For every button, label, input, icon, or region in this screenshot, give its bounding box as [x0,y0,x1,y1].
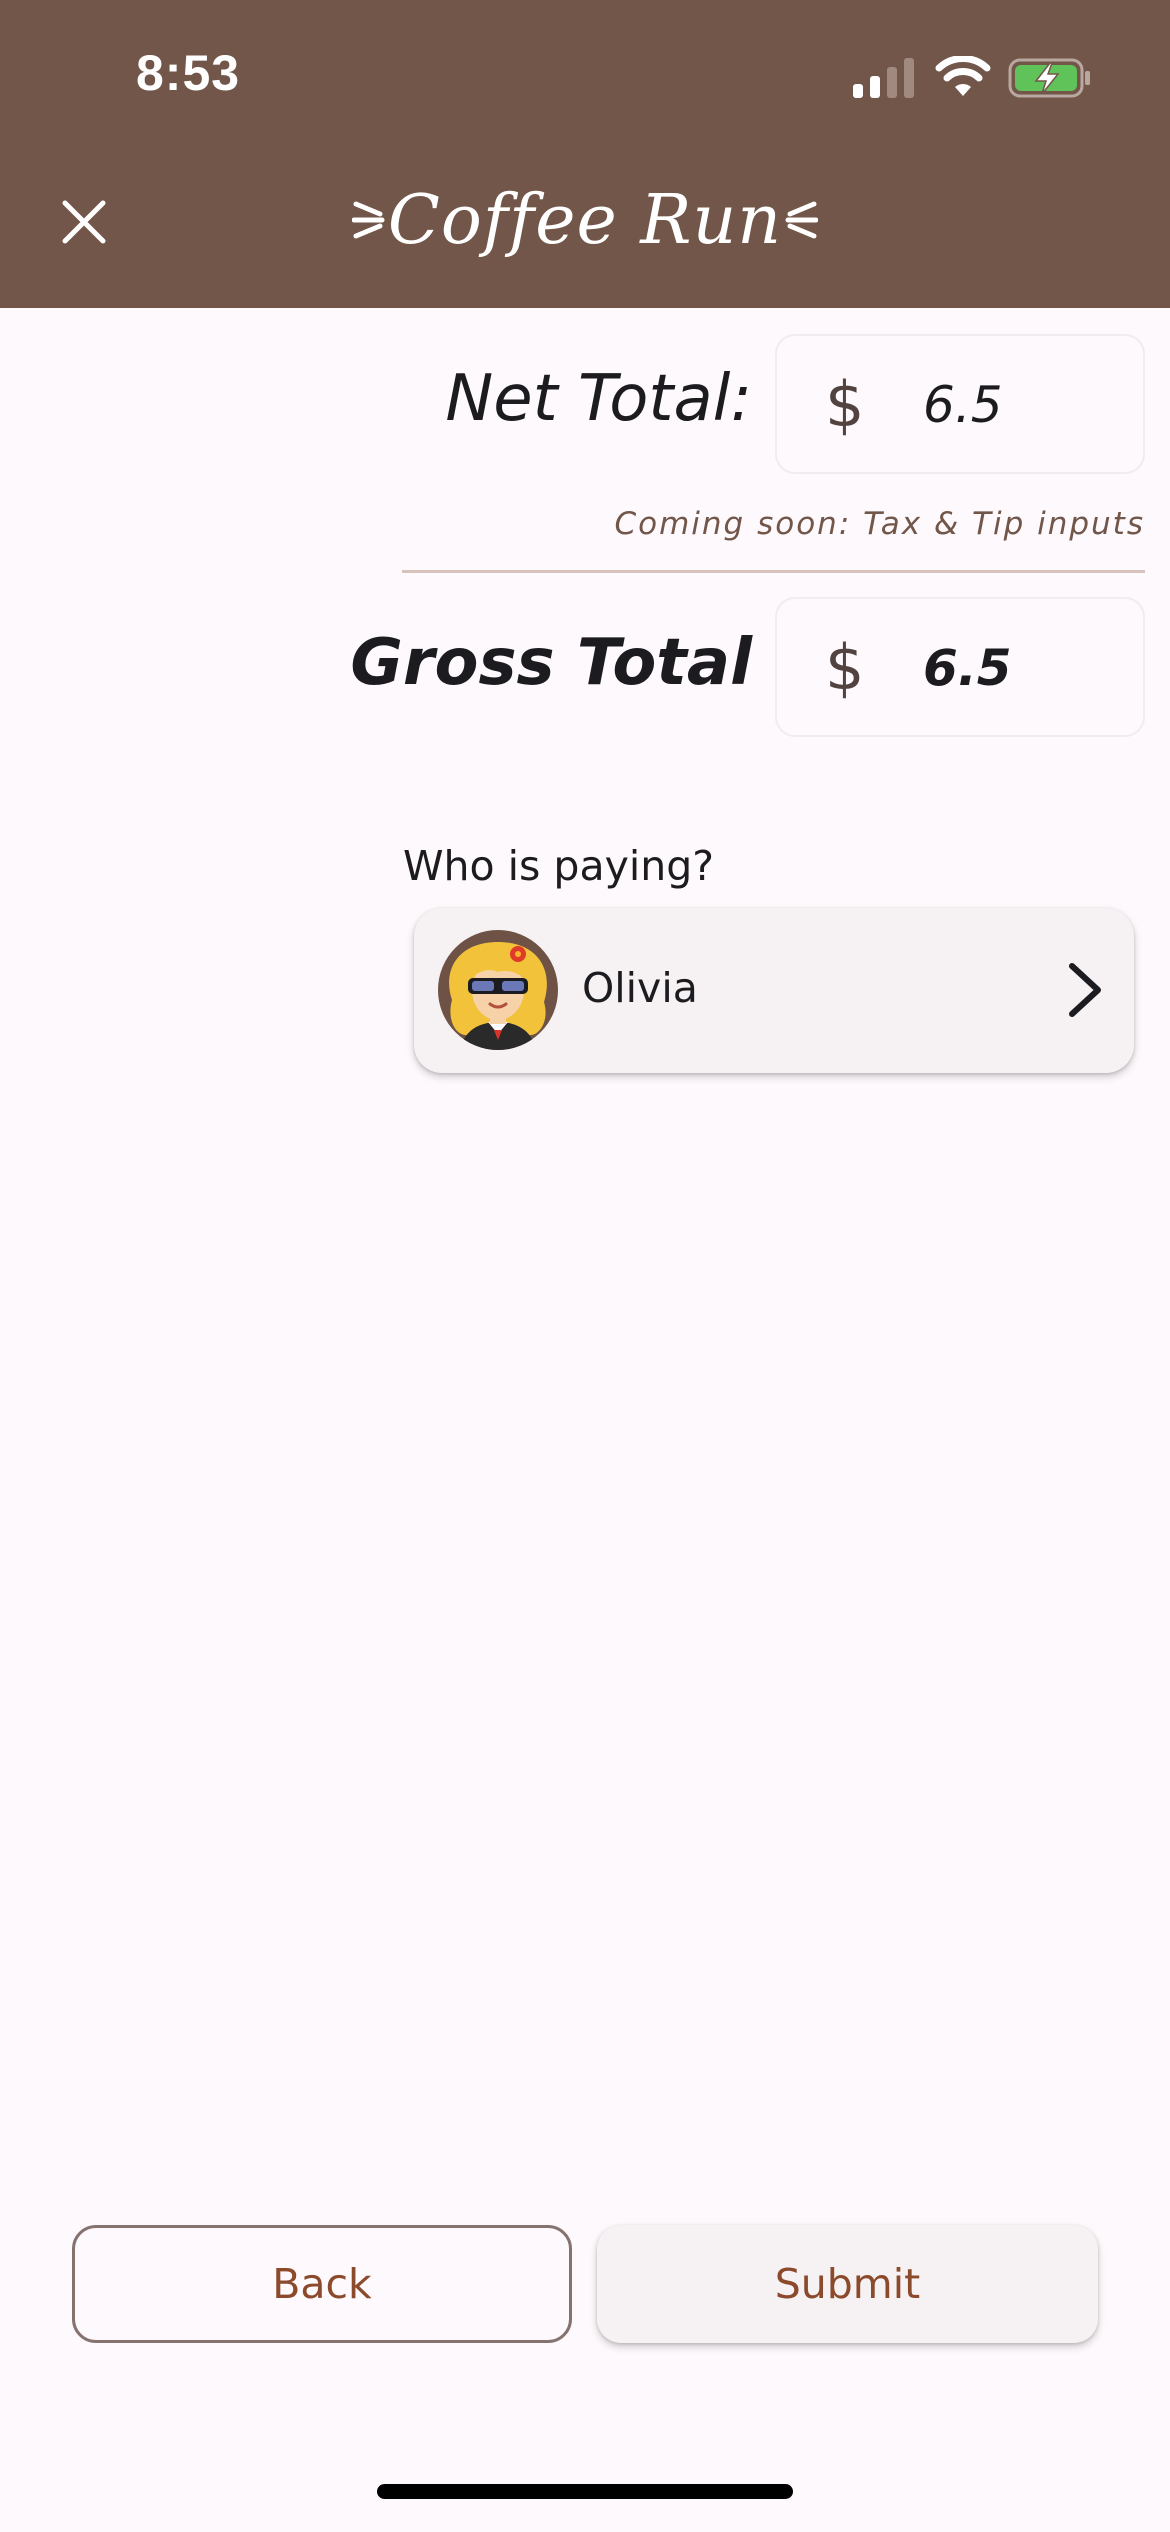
dollar-icon: $ [825,631,865,704]
app-title: Coffee Run [351,170,819,270]
wifi-icon [935,56,991,96]
payer-name: Olivia [582,964,698,1012]
app-title-text: Coffee Run [387,180,783,260]
burst-left-icon [351,201,385,239]
app-bar: 8:53 Coffee Run [0,0,1170,308]
submit-button[interactable]: Submit [597,2225,1098,2343]
close-button[interactable] [44,182,124,262]
avatar-icon [438,930,558,1050]
gross-total-value: 6.5 [923,639,1012,697]
status-time: 8:53 [136,45,241,101]
battery-charging-icon [1008,58,1090,98]
chevron-right-icon [1069,963,1101,1017]
coming-soon-note: Coming soon: Tax & Tip inputs [614,506,1145,542]
back-button[interactable]: Back [72,2225,572,2343]
cellular-signal-icon [853,58,914,98]
gross-total-field: $ 6.5 [775,597,1145,737]
divider [402,570,1145,573]
net-total-value: 6.5 [923,376,1003,434]
payer-selector[interactable]: Olivia [414,908,1134,1073]
home-indicator[interactable] [377,2484,793,2499]
gross-total-label: Gross Total [350,626,752,700]
payer-prompt: Who is paying? [403,842,715,890]
dollar-icon: $ [825,368,865,441]
close-icon [62,200,106,244]
net-total-field[interactable]: $ 6.5 [775,334,1145,474]
burst-right-icon [785,201,819,239]
net-total-label: Net Total: [445,362,752,436]
